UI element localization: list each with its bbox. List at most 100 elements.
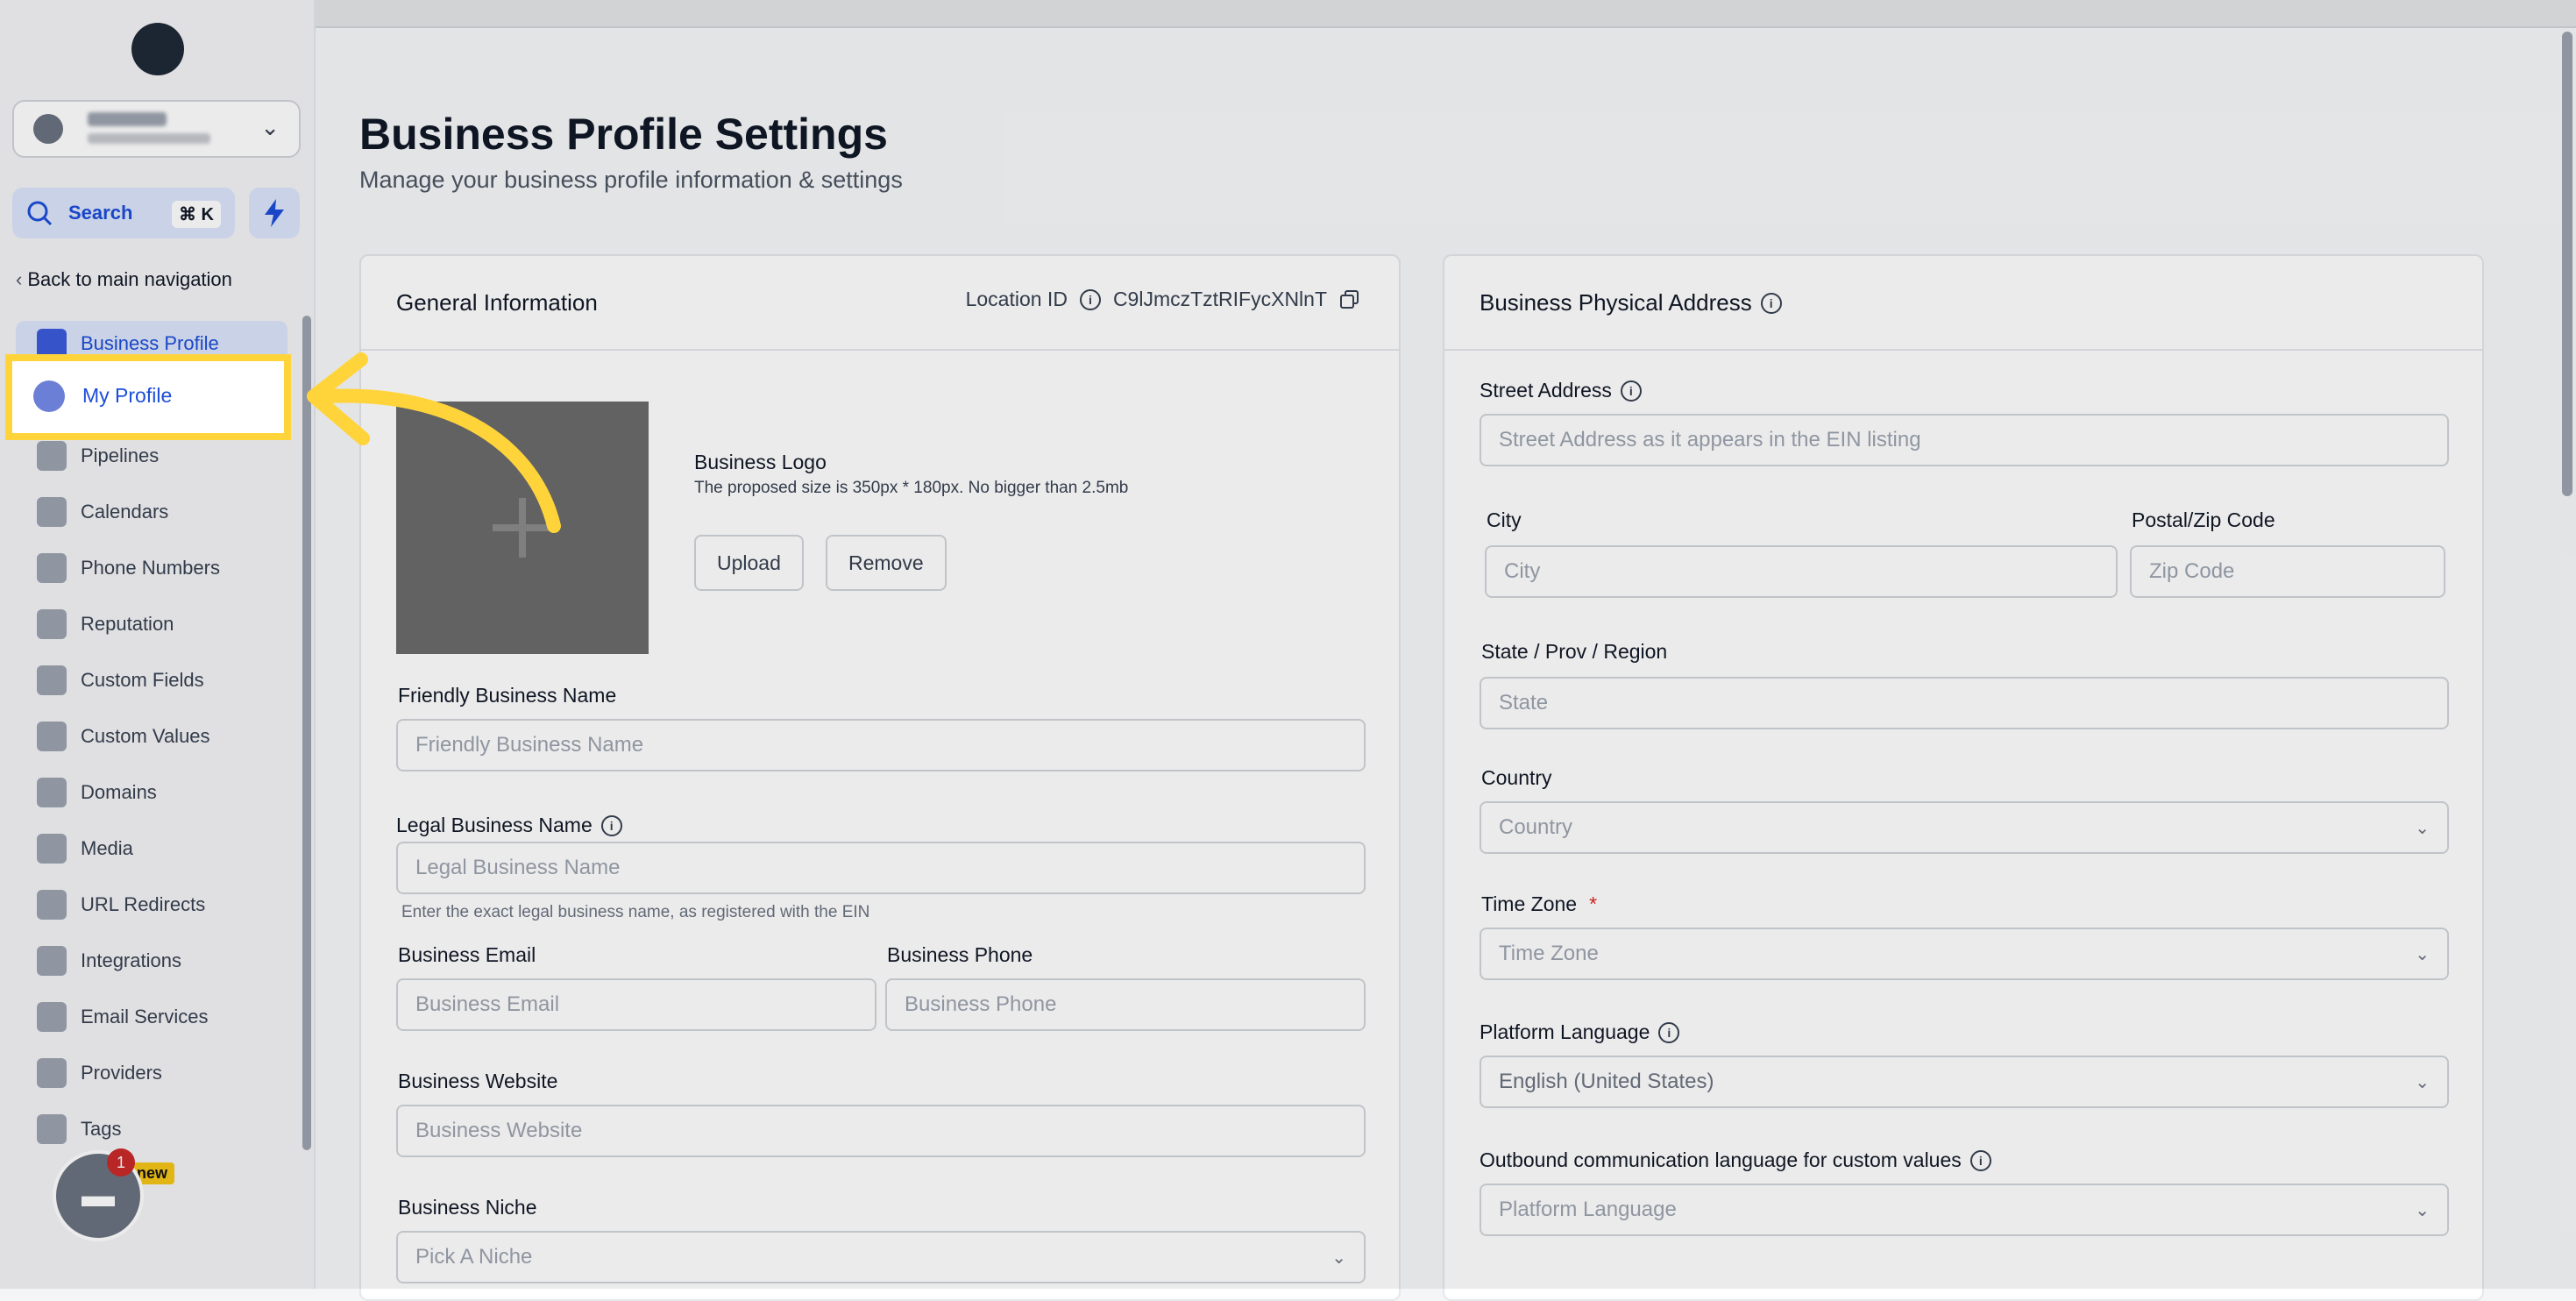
- sidebar-item-label: Reputation: [81, 613, 174, 635]
- business-email-input[interactable]: Business Email: [396, 978, 876, 1031]
- sidebar-item-reputation[interactable]: Reputation: [16, 601, 287, 647]
- state-input[interactable]: State: [1480, 677, 2449, 729]
- legal-name-hint: Enter the exact legal business name, as …: [401, 903, 870, 921]
- sidebar-item-custom-values[interactable]: Custom Values: [16, 714, 287, 759]
- timezone-label-row: Time Zone *: [1481, 892, 1597, 916]
- location-id-value: C9lJmczTztRIFycXNlnT: [1112, 288, 1327, 310]
- info-icon[interactable]: i: [1620, 380, 1642, 402]
- friendly-name-input[interactable]: Friendly Business Name: [396, 719, 1366, 771]
- sidebar-scrollbar[interactable]: [302, 316, 311, 1150]
- sidebar-item-label: Pipelines: [81, 444, 160, 466]
- timezone-label: Time Zone: [1481, 892, 1578, 915]
- mail-icon: [37, 1002, 67, 1032]
- sidebar-item-url-redirects[interactable]: URL Redirects: [16, 882, 287, 928]
- business-website-label: Business Website: [398, 1070, 558, 1092]
- remove-button[interactable]: Remove: [826, 535, 947, 591]
- outbound-lang-label: Outbound communication language for cust…: [1480, 1148, 1962, 1171]
- search-shortcut: ⌘ K: [172, 201, 221, 228]
- info-icon[interactable]: i: [1760, 292, 1782, 314]
- sidebar-item-custom-fields[interactable]: Custom Fields: [16, 658, 287, 703]
- info-icon[interactable]: i: [600, 814, 622, 836]
- street-label: Street Address: [1480, 379, 1612, 402]
- chevron-down-icon: ⌄: [2415, 1073, 2430, 1092]
- sidebar-item-calendars[interactable]: Calendars: [16, 489, 287, 535]
- info-icon[interactable]: i: [1658, 1021, 1680, 1043]
- country-placeholder: Country: [1499, 815, 1573, 839]
- chat-badge-count: 1: [107, 1148, 135, 1177]
- general-info-card: General Information Location ID i C9lJmc…: [359, 254, 1401, 1301]
- street-label-row: Street Address i: [1480, 379, 1642, 402]
- location-id-label: Location ID: [965, 288, 1068, 310]
- general-info-title: General Information: [396, 289, 598, 316]
- search-icon: [27, 201, 53, 226]
- quick-actions-button[interactable]: [249, 188, 300, 238]
- chevron-down-icon: ⌄: [2415, 945, 2430, 964]
- back-to-main-nav[interactable]: ‹ Back to main navigation: [16, 268, 232, 291]
- upload-button[interactable]: Upload: [694, 535, 804, 591]
- platform-lang-select[interactable]: English (United States) ⌄: [1480, 1056, 2449, 1108]
- sidebar-item-label: Custom Values: [81, 725, 210, 747]
- sidebar-item-tags[interactable]: Tags: [16, 1106, 287, 1152]
- shield-icon: [37, 1058, 67, 1088]
- sidebar-item-providers[interactable]: Providers: [16, 1050, 287, 1096]
- logo-upload-area[interactable]: [396, 402, 649, 654]
- street-input[interactable]: Street Address as it appears in the EIN …: [1480, 414, 2449, 466]
- chevron-down-icon: ⌄: [2415, 819, 2430, 838]
- business-niche-select[interactable]: Pick A Niche ⌄: [396, 1231, 1366, 1283]
- sidebar-item-my-profile[interactable]: My Profile: [5, 354, 291, 440]
- city-label: City: [1487, 508, 1522, 531]
- zip-input[interactable]: Zip Code: [2130, 545, 2445, 598]
- state-placeholder: State: [1499, 691, 1549, 714]
- info-icon[interactable]: i: [1079, 288, 1101, 310]
- chevron-left-icon: ‹: [16, 268, 23, 290]
- legal-name-input[interactable]: Legal Business Name: [396, 842, 1366, 894]
- legal-name-label-row: Legal Business Name i: [396, 814, 622, 837]
- sidebar-item-label: Calendars: [81, 501, 169, 523]
- address-title: Business Physical Address: [1480, 289, 1752, 316]
- business-website-input[interactable]: Business Website: [396, 1105, 1366, 1157]
- timezone-placeholder: Time Zone: [1499, 942, 1599, 965]
- globe-icon: [37, 778, 67, 807]
- sidebar-item-phone-numbers[interactable]: Phone Numbers: [16, 545, 287, 591]
- friendly-name-placeholder: Friendly Business Name: [415, 733, 644, 757]
- copy-icon[interactable]: [1339, 289, 1360, 310]
- search-label: Search: [68, 202, 133, 224]
- business-phone-input[interactable]: Business Phone: [885, 978, 1366, 1031]
- integrations-icon: [37, 946, 67, 976]
- business-email-placeholder: Business Email: [415, 992, 560, 1016]
- sidebar-item-label: Phone Numbers: [81, 557, 220, 579]
- timezone-select[interactable]: Time Zone ⌄: [1480, 928, 2449, 980]
- page-subtitle: Manage your business profile information…: [359, 167, 903, 193]
- info-icon[interactable]: i: [1969, 1149, 1991, 1171]
- country-select[interactable]: Country ⌄: [1480, 801, 2449, 854]
- redirect-icon: [37, 890, 67, 920]
- sidebar-item-label: Email Services: [81, 1006, 209, 1027]
- city-placeholder: City: [1504, 559, 1541, 583]
- account-switcher[interactable]: ⌄: [12, 100, 301, 158]
- business-email-label: Business Email: [398, 943, 536, 966]
- sidebar-item-label: Providers: [81, 1062, 162, 1084]
- business-phone-placeholder: Business Phone: [905, 992, 1057, 1016]
- account-name: [88, 112, 167, 126]
- company-logo[interactable]: [131, 23, 184, 75]
- platform-lang-label-row: Platform Language i: [1480, 1020, 1680, 1044]
- sidebar-item-domains[interactable]: Domains: [16, 770, 287, 815]
- required-marker: *: [1589, 892, 1598, 915]
- business-niche-label: Business Niche: [398, 1196, 537, 1219]
- main-content: Business Profile Settings Manage your bu…: [316, 0, 2576, 1301]
- platform-lang-value: English (United States): [1499, 1070, 1714, 1093]
- city-input[interactable]: City: [1485, 545, 2118, 598]
- main-scrollbar[interactable]: [2562, 32, 2572, 496]
- outbound-lang-select[interactable]: Platform Language ⌄: [1480, 1184, 2449, 1236]
- star-icon: [37, 609, 67, 639]
- chevron-down-icon: ⌄: [260, 114, 280, 140]
- business-website-placeholder: Business Website: [415, 1119, 583, 1142]
- legal-name-placeholder: Legal Business Name: [415, 856, 621, 879]
- search-button[interactable]: Search ⌘ K: [12, 188, 235, 238]
- sidebar-item-email-services[interactable]: Email Services: [16, 994, 287, 1040]
- sidebar-item-media[interactable]: Media: [16, 826, 287, 871]
- business-logo-title: Business Logo: [694, 451, 827, 473]
- sidebar-item-label: Domains: [81, 781, 157, 803]
- sidebar-item-integrations[interactable]: Integrations: [16, 938, 287, 984]
- sidebar-item-label: Integrations: [81, 949, 181, 971]
